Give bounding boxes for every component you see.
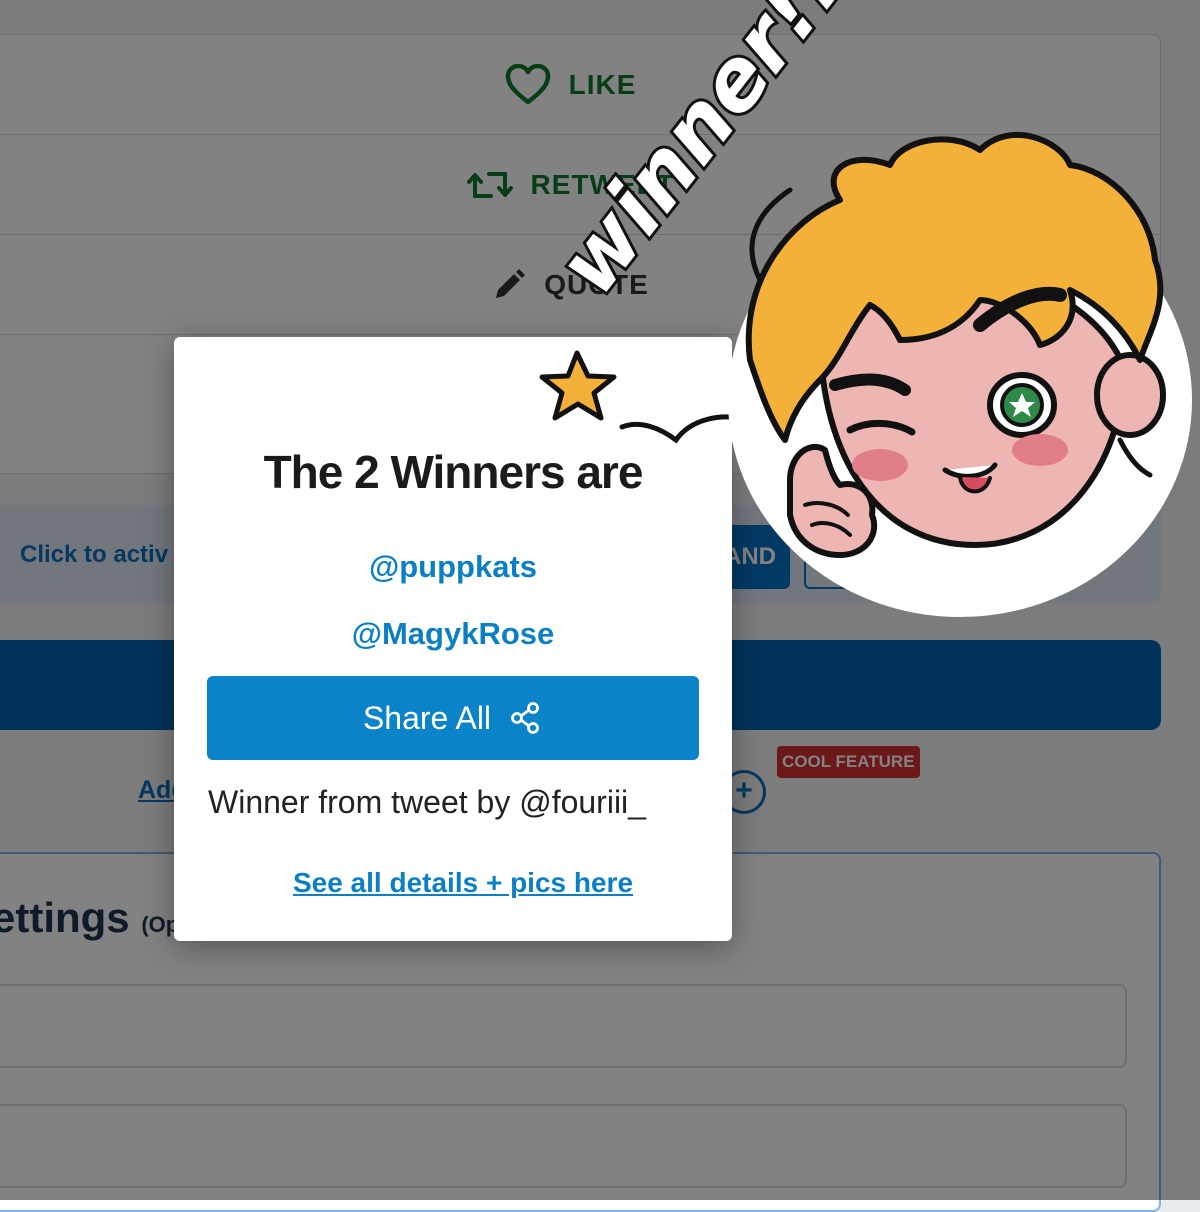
details-link[interactable]: See all details + pics here [174,867,752,899]
winners-modal: The 2 Winners are @puppkats @MagykRose S… [174,337,732,941]
winner-link-1[interactable]: @puppkats [174,549,732,585]
share-all-label: Share All [362,699,492,736]
modal-title: The 2 Winners are [263,446,644,498]
share-icon [511,702,539,734]
winner-link-2[interactable]: @MagykRose [174,616,732,652]
from-tweet-text: Winner from tweet by @fouriii_ [208,784,646,820]
share-all-button[interactable]: Share All [207,676,699,760]
